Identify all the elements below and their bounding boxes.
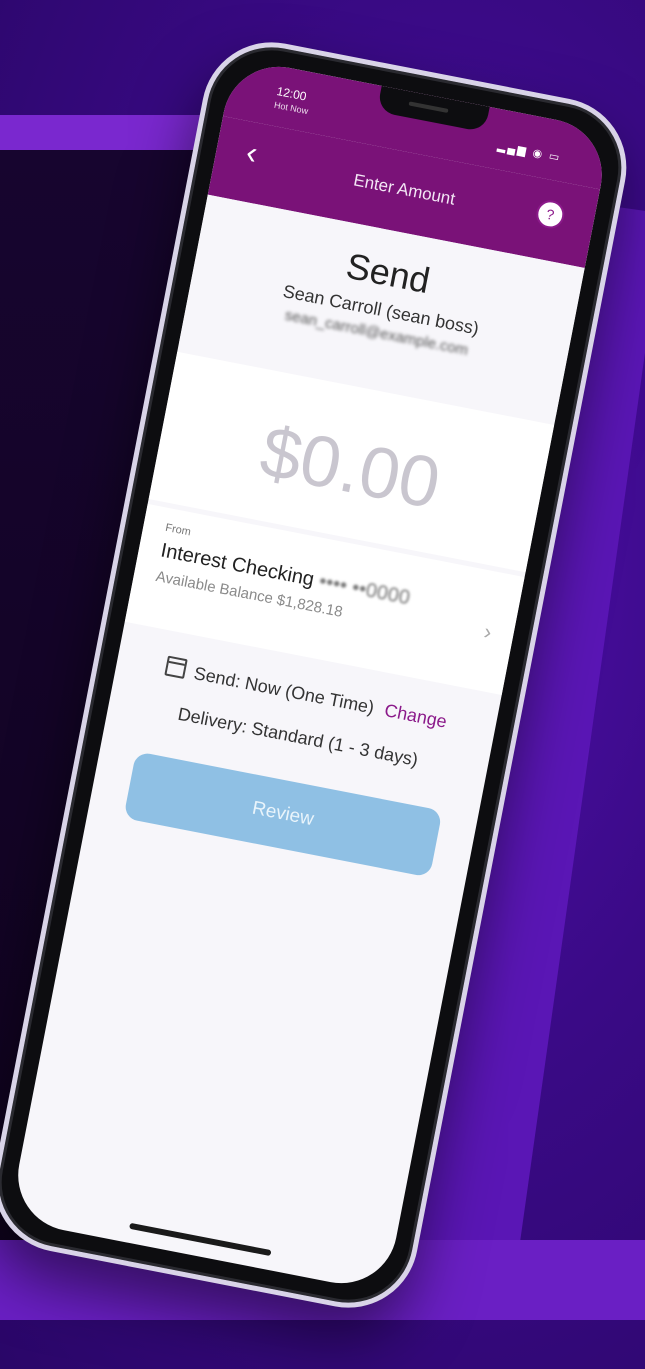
signal-wifi-battery-icon: ▂▄▆ ◉ ▭ — [496, 140, 563, 165]
home-indicator[interactable] — [129, 1222, 272, 1257]
phone-notch — [376, 85, 490, 133]
change-schedule-link[interactable]: Change — [383, 700, 449, 732]
calendar-icon — [164, 655, 188, 679]
promo-background: 12:00 Hot Now ▂▄▆ ◉ ▭ ‹ Enter Amount Sen… — [0, 0, 645, 1369]
speaker-grille — [408, 101, 449, 113]
review-button[interactable]: Review — [123, 751, 443, 878]
schedule-text: Send: Now (One Time) — [192, 663, 376, 718]
